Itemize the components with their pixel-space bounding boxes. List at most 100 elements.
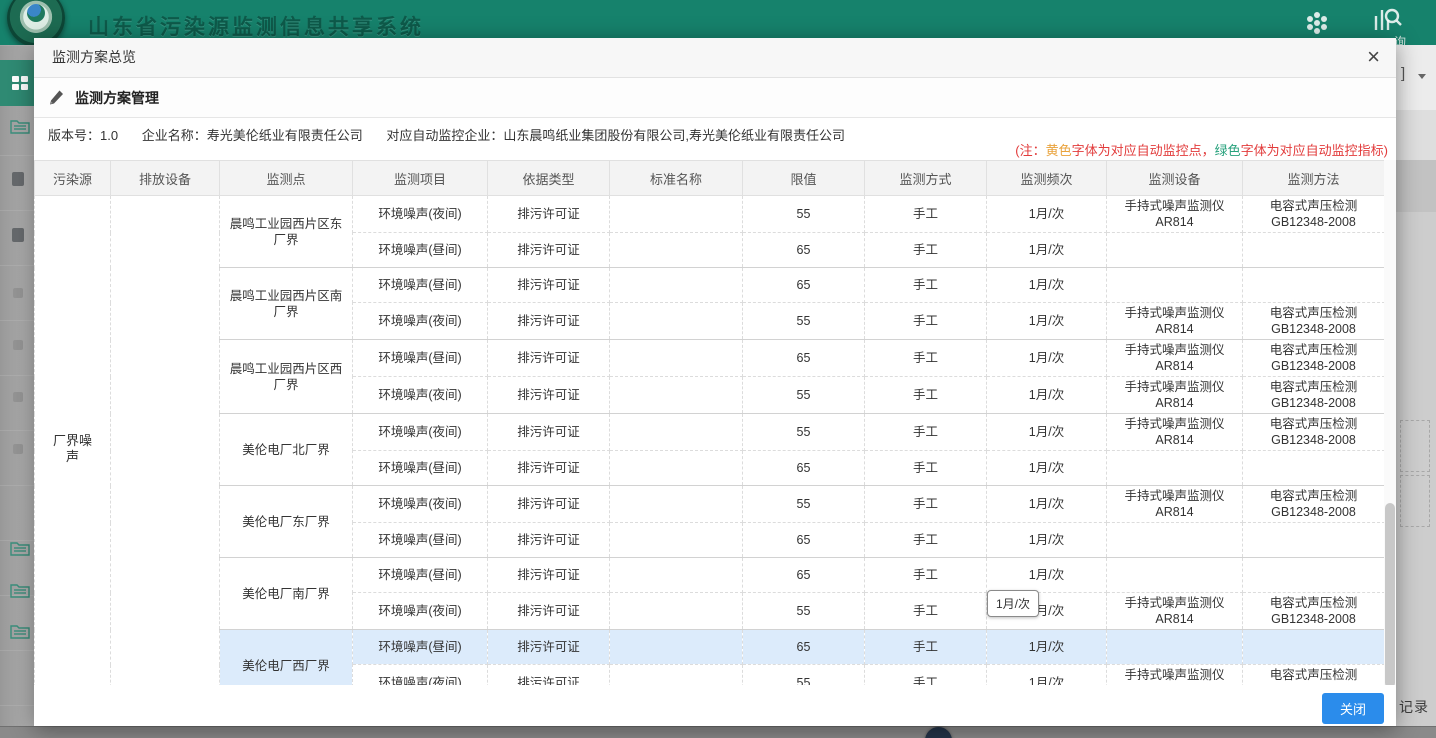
frequency-cell: 1月/次 [987,303,1107,340]
monitor-point-cell: 晨鸣工业园西片区南厂界 [220,268,353,340]
monitor-mode-cell: 手工 [865,268,987,303]
project-cell: 环境噪声(昼间) [353,451,488,486]
close-icon[interactable]: × [1367,38,1380,76]
sidebar-item-icon[interactable] [13,392,23,402]
dashboard-grid-icon [10,75,30,91]
project-cell: 环境噪声(昼间) [353,630,488,665]
version-value: 版本号：1.0 [48,128,118,143]
table-row[interactable]: 美伦电厂东厂界环境噪声(夜间)排污许可证55手工1月/次手持式噪声监测仪 AR8… [35,486,1385,523]
basis-type-cell: 排污许可证 [488,377,610,414]
background-table-header-remnant [1396,160,1436,212]
pollution-source-cell: 厂界噪声 [35,196,111,702]
device-cell: 手持式噪声监测仪 AR814 [1107,196,1243,233]
device-cell: 手持式噪声监测仪 AR814 [1107,486,1243,523]
table-row[interactable]: 美伦电厂北厂界环境噪声(夜间)排污许可证55手工1月/次手持式噪声监测仪 AR8… [35,414,1385,451]
folder-report-icon[interactable] [10,118,30,134]
sidebar-item-icon[interactable] [13,288,23,298]
basis-type-cell: 排污许可证 [488,630,610,665]
screen: 山东省污染源监测信息共享系统 询 [0,0,1436,738]
method-cell [1243,630,1385,665]
frequency-cell: 1月/次 [987,630,1107,665]
monitor-mode-cell: 手工 [865,630,987,665]
vertical-scrollbar[interactable] [1384,160,1396,688]
toolbar-partial-text: ] [1401,65,1405,82]
apps-grid-icon[interactable] [1303,10,1331,36]
frequency-tooltip: 1月/次 [987,590,1039,617]
project-cell: 环境噪声(昼间) [353,558,488,593]
version-info-line: 版本号：1.0 企业名称：寿光美伦纸业有限责任公司 对应自动监控企业：山东晨鸣纸… [48,125,865,144]
frequency-cell: 1月/次 [987,523,1107,558]
monitor-mode-cell: 手工 [865,414,987,451]
monitor-point-cell: 美伦电厂北厂界 [220,414,353,486]
note-mid: 字体为对应自动监控点， [1072,143,1215,158]
table-row[interactable]: 美伦电厂南厂界环境噪声(昼间)排污许可证65手工1月/次 [35,558,1385,593]
close-button[interactable]: 关闭 [1322,693,1384,724]
basis-type-cell: 排污许可证 [488,593,610,630]
column-header: 监测点 [220,161,353,196]
monitor-mode-cell: 手工 [865,523,987,558]
standard-name-cell [610,630,743,665]
basis-type-cell: 排污许可证 [488,268,610,303]
equipment-cell [111,196,220,702]
frequency-cell: 1月/次 [987,233,1107,268]
column-header: 监测频次 [987,161,1107,196]
folder-report-icon[interactable] [10,582,30,598]
modal-titlebar: 监测方案总览 × [34,38,1396,78]
limit-cell: 55 [743,303,865,340]
company-name: 企业名称：寿光美伦纸业有限责任公司 [142,128,363,143]
project-cell: 环境噪声(昼间) [353,268,488,303]
monitor-mode-cell: 手工 [865,196,987,233]
limit-cell: 65 [743,268,865,303]
section-title: 监测方案管理 [75,88,159,108]
table-row[interactable]: 美伦电厂西厂界环境噪声(昼间)排污许可证65手工1月/次 [35,630,1385,665]
method-cell [1243,523,1385,558]
chevron-down-icon[interactable] [1418,74,1426,79]
device-cell: 手持式噪声监测仪 AR814 [1107,340,1243,377]
auto-monitor-company: 对应自动监控企业：山东晨鸣纸业集团股份有限公司,寿光美伦纸业有限责任公司 [386,128,845,143]
note-prefix: (注： [1015,143,1045,158]
monitor-mode-cell: 手工 [865,593,987,630]
standard-name-cell [610,414,743,451]
note-yellow-word: 黄色 [1046,143,1072,158]
basis-type-cell: 排污许可证 [488,451,610,486]
sidebar-item-icon[interactable] [13,340,23,350]
column-header: 排放设备 [111,161,220,196]
project-cell: 环境噪声(夜间) [353,414,488,451]
column-header: 监测设备 [1107,161,1243,196]
limit-cell: 65 [743,630,865,665]
table-row[interactable]: 厂界噪声晨鸣工业园西片区东厂界环境噪声(夜间)排污许可证55手工1月/次手持式噪… [35,196,1385,233]
limit-cell: 55 [743,377,865,414]
folder-report-icon[interactable] [10,623,30,639]
standard-name-cell [610,233,743,268]
note-suffix: 字体为对应自动监控指标) [1241,143,1388,158]
limit-cell: 65 [743,340,865,377]
sidebar-item-icon[interactable] [13,444,23,454]
standard-name-cell [610,486,743,523]
table-row[interactable]: 晨鸣工业园西片区西厂界环境噪声(昼间)排污许可证65手工1月/次手持式噪声监测仪… [35,340,1385,377]
sidebar-item-home[interactable] [0,60,34,106]
device-cell: 手持式噪声监测仪 AR814 [1107,414,1243,451]
method-cell [1243,451,1385,486]
method-cell: 电容式声压检测 GB12348-2008 [1243,340,1385,377]
column-header: 依据类型 [488,161,610,196]
limit-cell: 55 [743,196,865,233]
stats-search-icon[interactable] [1372,6,1402,34]
sidebar-item-icon[interactable] [12,172,24,186]
device-cell: 手持式噪声监测仪 AR814 [1107,377,1243,414]
monitor-point-cell: 美伦电厂东厂界 [220,486,353,558]
method-cell: 电容式声压检测 GB12348-2008 [1243,377,1385,414]
device-cell [1107,630,1243,665]
sidebar-item-icon[interactable] [12,228,24,242]
standard-name-cell [610,593,743,630]
basis-type-cell: 排污许可证 [488,414,610,451]
scrollbar-thumb[interactable] [1385,503,1395,688]
folder-report-icon[interactable] [10,540,30,556]
standard-name-cell [610,451,743,486]
plan-table-body: 厂界噪声晨鸣工业园西片区东厂界环境噪声(夜间)排污许可证55手工1月/次手持式噪… [35,196,1385,702]
table-row[interactable]: 晨鸣工业园西片区南厂界环境噪声(昼间)排污许可证65手工1月/次 [35,268,1385,303]
background-box [1400,475,1430,527]
project-cell: 环境噪声(昼间) [353,523,488,558]
background-box [1400,420,1430,472]
frequency-cell: 1月/次 [987,196,1107,233]
app-logo-core [27,4,45,22]
